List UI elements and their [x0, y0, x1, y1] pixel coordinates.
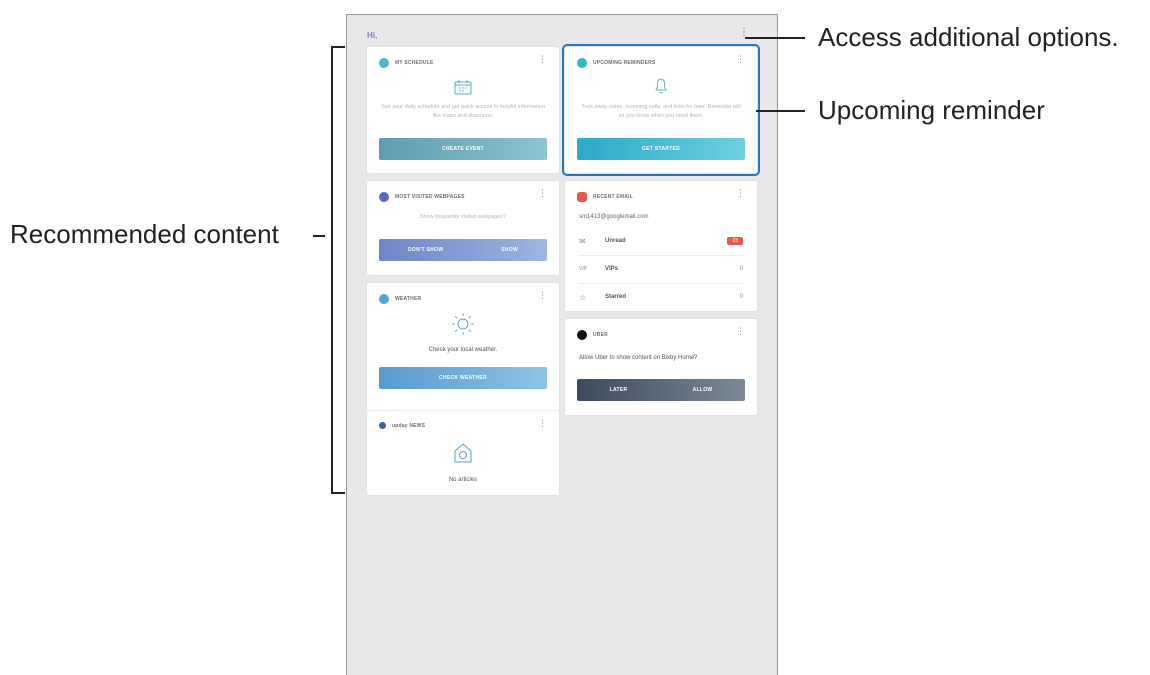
card-title: UPCOMING REMINDERS	[593, 60, 656, 66]
card-header: WEATHER	[379, 294, 421, 304]
weather-app-icon	[379, 294, 389, 304]
card-description: Allow Uber to show content on Bixby Home…	[579, 355, 698, 361]
later-button[interactable]: LATER	[610, 387, 628, 393]
sun-icon	[452, 313, 474, 335]
card-title: MY SCHEDULE	[395, 60, 434, 66]
callout-recommended-content: Recommended content	[10, 219, 279, 249]
card-description: Check your local weather.	[428, 347, 498, 353]
callout-line-reminder	[756, 110, 805, 112]
email-account: sm1413@googlemail.com	[579, 214, 649, 220]
more-options-icon[interactable]: ⋮	[736, 54, 745, 65]
card-title: RECENT EMAIL	[593, 194, 633, 200]
card-description: No articles	[448, 477, 478, 483]
email-row-label: Starred	[605, 294, 627, 300]
card-header: UBER	[577, 330, 608, 340]
card-title: upday NEWS	[392, 422, 426, 429]
more-options-icon[interactable]: ⋮	[538, 54, 547, 65]
email-app-icon	[577, 192, 587, 202]
card-header: UPCOMING REMINDERS	[577, 58, 656, 68]
internet-app-icon	[379, 192, 389, 202]
more-options-icon[interactable]: ⋮	[736, 188, 745, 199]
email-row-count: 0	[739, 266, 743, 272]
more-options-icon[interactable]: ⋮	[736, 326, 745, 337]
email-row-count: 0	[739, 294, 743, 300]
upday-app-icon	[379, 422, 386, 429]
greeting-text: Hi,	[367, 31, 378, 40]
card-description: Show frequently visited webpages?	[419, 214, 507, 220]
dont-show-button[interactable]: DON'T SHOW	[408, 247, 443, 253]
bell-icon	[655, 78, 667, 94]
create-event-button[interactable]: CREATE EVENT	[379, 138, 547, 160]
card-header: upday NEWS	[379, 422, 425, 429]
card-my-schedule[interactable]: MY SCHEDULE ⋮ See your daily schedule an…	[367, 47, 559, 173]
news-house-icon	[454, 443, 472, 463]
get-started-button[interactable]: GET STARTED	[577, 138, 745, 160]
email-row-starred[interactable]: ☆ Starred 0	[579, 283, 743, 311]
card-recent-email[interactable]: RECENT EMAIL ⋮ sm1413@googlemail.com ✉ U…	[565, 181, 757, 311]
envelope-icon: ✉	[579, 236, 586, 246]
calendar-icon	[454, 80, 472, 95]
card-title: MOST VISITED WEBPAGES	[395, 194, 465, 200]
reminder-app-icon	[577, 58, 587, 68]
allow-button[interactable]: ALLOW	[693, 387, 713, 393]
vip-icon: VIP	[579, 266, 588, 272]
bixby-home-screen: Hi, ⋮ MY SCHEDULE ⋮ See your daily sched…	[346, 14, 778, 675]
card-header: MOST VISITED WEBPAGES	[379, 192, 465, 202]
card-uber[interactable]: UBER ⋮ Allow Uber to show content on Bix…	[565, 319, 757, 415]
callout-upcoming-reminder: Upcoming reminder	[818, 95, 1045, 125]
email-row-label: VIPs	[605, 266, 619, 272]
more-options-icon[interactable]: ⋮	[538, 188, 547, 199]
check-weather-button[interactable]: CHECK WEATHER	[379, 367, 547, 389]
card-upday-news[interactable]: upday NEWS ⋮ No articles	[367, 411, 559, 495]
card-description: See your daily schedule and get quick ac…	[381, 104, 545, 119]
show-button[interactable]: SHOW	[501, 247, 518, 253]
card-header: MY SCHEDULE	[379, 58, 434, 68]
callout-access-options: Access additional options.	[818, 22, 1119, 52]
card-weather[interactable]: WEATHER ⋮ Check your local weather. CHEC…	[367, 283, 559, 411]
bracket-recommended-vertical	[331, 46, 333, 494]
email-row-label: Unread	[605, 238, 626, 244]
unread-count-badge: 23	[727, 237, 743, 245]
email-row-vips[interactable]: VIP VIPs 0	[579, 255, 743, 284]
more-options-icon[interactable]: ⋮	[538, 418, 547, 429]
callout-line-recommended	[313, 235, 325, 237]
calendar-app-icon	[379, 58, 389, 68]
card-most-visited-webpages[interactable]: MOST VISITED WEBPAGES ⋮ Show frequently …	[367, 181, 559, 275]
callout-line-options	[745, 37, 805, 39]
bracket-recommended-top	[331, 46, 345, 48]
card-title: WEATHER	[395, 296, 422, 302]
webpages-button-bar: DON'T SHOW SHOW	[379, 239, 547, 261]
card-header: RECENT EMAIL	[577, 192, 633, 202]
card-title: UBER	[593, 332, 608, 338]
star-icon: ☆	[579, 292, 587, 302]
uber-button-bar: LATER ALLOW	[577, 379, 745, 401]
email-row-unread[interactable]: ✉ Unread 23	[579, 227, 743, 256]
bracket-recommended-bottom	[331, 492, 345, 494]
card-description: Tuck away notes, incoming calls, and lin…	[581, 104, 741, 119]
more-options-icon[interactable]: ⋮	[538, 290, 547, 301]
card-upcoming-reminders[interactable]: UPCOMING REMINDERS ⋮ Tuck away notes, in…	[562, 44, 760, 176]
uber-app-icon	[577, 330, 587, 340]
